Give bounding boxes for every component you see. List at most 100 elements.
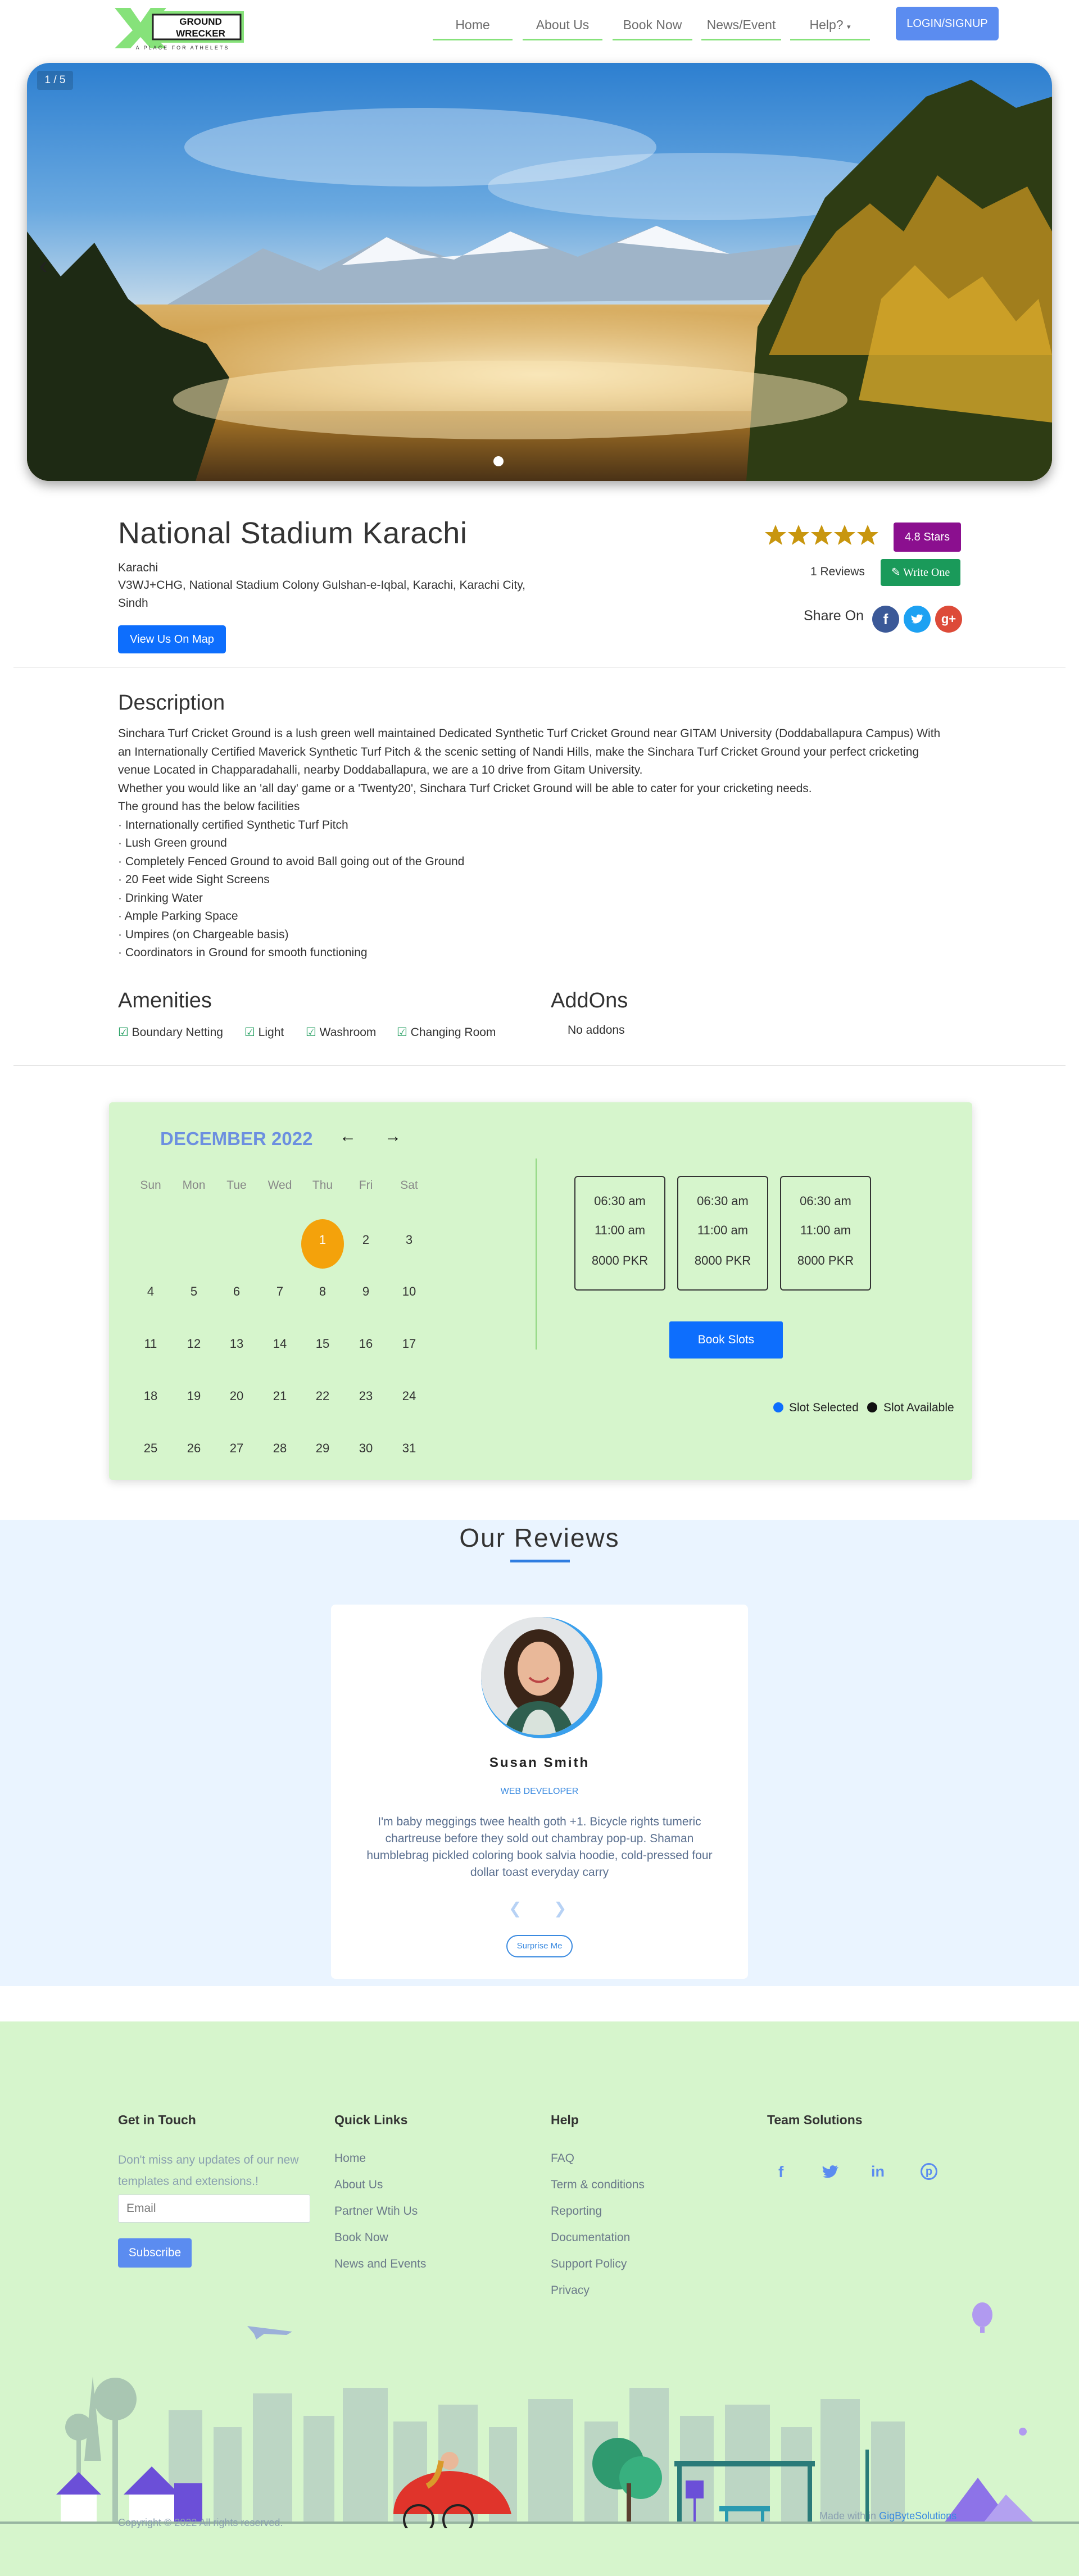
footer-link-faq[interactable]: FAQ — [551, 2152, 574, 2165]
calendar-day[interactable]: 14 — [263, 1337, 297, 1351]
calendar-day[interactable]: 22 — [306, 1389, 339, 1403]
time-slot-card[interactable]: 06:30 am 11:00 am 8000 PKR — [574, 1176, 665, 1291]
calendar-day[interactable]: 25 — [134, 1441, 167, 1456]
nav-news-event[interactable]: News/Event — [701, 15, 781, 40]
email-input[interactable] — [118, 2195, 310, 2223]
ground-wrecker-logo[interactable]: GROUND WRECKER A PLACE FOR ATHELETS — [114, 6, 248, 52]
weekday-label: Sat — [400, 1179, 418, 1192]
nav-help-dropdown[interactable]: Help? ▾ — [790, 15, 870, 40]
calendar-day[interactable]: 19 — [177, 1389, 211, 1403]
calendar-day[interactable]: 29 — [306, 1441, 339, 1456]
footer-link-partner[interactable]: Partner Wtih Us — [334, 2205, 418, 2218]
footer-link-documentation[interactable]: Documentation — [551, 2231, 630, 2245]
calendar-day[interactable]: 2 — [349, 1233, 383, 1247]
description-line: an Internationally Certified Maverick Sy… — [118, 745, 919, 758]
review-text-line: dollar toast everyday carry — [470, 1866, 609, 1879]
calendar-day[interactable]: 1 — [306, 1233, 339, 1247]
linkedin-icon[interactable]: in — [871, 2163, 885, 2180]
check-icon: ☑ — [397, 1026, 407, 1039]
footer-link-terms[interactable]: Term & conditions — [551, 2178, 645, 2192]
twitter-share-icon[interactable] — [904, 606, 931, 633]
made-with-link[interactable]: GigByteSolutions — [879, 2510, 956, 2522]
write-review-label: Write One — [903, 566, 950, 579]
calendar-day[interactable]: 26 — [177, 1441, 211, 1456]
footer-link-reporting[interactable]: Reporting — [551, 2205, 602, 2218]
time-slot-card[interactable]: 06:30 am 11:00 am 8000 PKR — [677, 1176, 768, 1291]
write-review-button[interactable]: ✎ Write One — [881, 559, 960, 586]
amenity-label: Light — [258, 1026, 284, 1039]
calendar-day[interactable]: 8 — [306, 1284, 339, 1299]
calendar-day[interactable]: 18 — [134, 1389, 167, 1403]
review-next-icon[interactable]: ❯ — [554, 1899, 566, 1918]
rating-badge: 4.8 Stars — [894, 523, 961, 552]
slot-start: 06:30 am — [594, 1194, 646, 1208]
surprise-me-button[interactable]: Surprise Me — [506, 1935, 573, 1957]
calendar-day[interactable]: 6 — [220, 1284, 253, 1299]
facebook-icon[interactable]: f — [778, 2163, 783, 2181]
review-prev-icon[interactable]: ❮ — [509, 1899, 522, 1918]
calendar-day[interactable]: 30 — [349, 1441, 383, 1456]
venue-image-carousel[interactable]: 1 / 5 ‹ — [27, 63, 1052, 481]
calendar-day[interactable]: 13 — [220, 1337, 253, 1351]
description-line: · Internationally certified Synthetic Tu… — [118, 818, 348, 832]
reviews-heading: Our Reviews — [459, 1523, 620, 1552]
calendar-day[interactable]: 17 — [392, 1337, 426, 1351]
legend-selected: Slot Selected — [789, 1401, 859, 1414]
footer-heading-quick-links: Quick Links — [334, 2112, 408, 2127]
reviewer-photo — [481, 1617, 597, 1735]
google-plus-share-icon[interactable]: g+ — [935, 606, 962, 633]
amenity-item: ☑ Boundary Netting — [118, 1025, 223, 1039]
amenity-label: Changing Room — [410, 1026, 496, 1039]
description-line: · 20 Feet wide Sight Screens — [118, 873, 270, 886]
calendar-day[interactable]: 21 — [263, 1389, 297, 1403]
calendar-day[interactable]: 20 — [220, 1389, 253, 1403]
nav-home[interactable]: Home — [433, 15, 513, 40]
description-heading: Description — [118, 691, 225, 715]
footer-link-support-policy[interactable]: Support Policy — [551, 2257, 627, 2271]
carousel-prev-icon[interactable]: ‹ — [39, 252, 48, 280]
login-signup-button[interactable]: LOGIN/SIGNUP — [896, 7, 999, 40]
description-line: · Completely Fenced Ground to avoid Ball… — [118, 855, 465, 868]
footer-link-news[interactable]: News and Events — [334, 2257, 426, 2271]
calendar-day[interactable]: 5 — [177, 1284, 211, 1299]
calendar-day[interactable]: 24 — [392, 1389, 426, 1403]
nav-book-now[interactable]: Book Now — [613, 15, 692, 40]
footer-link-book-now[interactable]: Book Now — [334, 2231, 388, 2245]
calendar-day[interactable]: 16 — [349, 1337, 383, 1351]
calendar-day[interactable]: 23 — [349, 1389, 383, 1403]
footer-link-about-us[interactable]: About Us — [334, 2178, 383, 2192]
description-line: · Ample Parking Space — [118, 910, 238, 923]
facebook-share-icon[interactable]: f — [872, 606, 899, 633]
review-text-line: chartreuse before they sold out chambray… — [385, 1832, 694, 1845]
calendar-day[interactable]: 27 — [220, 1441, 253, 1456]
venue-address-line1: V3WJ+CHG, National Stadium Colony Gulsha… — [118, 579, 526, 592]
calendar-day[interactable]: 12 — [177, 1337, 211, 1351]
view-on-map-button[interactable]: View Us On Map — [118, 625, 226, 653]
calendar-day[interactable]: 31 — [392, 1441, 426, 1456]
calendar-day[interactable]: 9 — [349, 1284, 383, 1299]
footer-link-home[interactable]: Home — [334, 2152, 366, 2165]
calendar-day[interactable]: 4 — [134, 1284, 167, 1299]
calendar-prev-icon[interactable]: ← — [339, 1127, 356, 1146]
made-with-label: Made with in — [819, 2510, 877, 2522]
calendar-day[interactable]: 10 — [392, 1284, 426, 1299]
calendar-day[interactable]: 3 — [392, 1233, 426, 1247]
calendar-day[interactable]: 28 — [263, 1441, 297, 1456]
pinterest-icon[interactable]: p — [921, 2163, 937, 2180]
time-slot-card[interactable]: 06:30 am 11:00 am 8000 PKR — [780, 1176, 871, 1291]
calendar-day[interactable]: 7 — [263, 1284, 297, 1299]
calendar-day[interactable]: 15 — [306, 1337, 339, 1351]
check-icon: ☑ — [306, 1026, 316, 1039]
nav-about-us[interactable]: About Us — [523, 15, 602, 40]
calendar-day[interactable]: 11 — [134, 1337, 167, 1351]
book-slots-button[interactable]: Book Slots — [669, 1321, 783, 1359]
city-skyline-illustration — [0, 2292, 1079, 2536]
reviews-count: 1 Reviews — [810, 565, 865, 578]
weekday-label: Fri — [359, 1179, 373, 1192]
rating-stars — [764, 524, 880, 548]
carousel-dot-active[interactable] — [493, 456, 504, 466]
calendar-next-icon[interactable]: → — [384, 1127, 401, 1146]
twitter-icon[interactable] — [822, 2164, 840, 2183]
subscribe-button[interactable]: Subscribe — [118, 2238, 192, 2268]
description-line: Whether you would like an 'all day' game… — [118, 782, 812, 795]
